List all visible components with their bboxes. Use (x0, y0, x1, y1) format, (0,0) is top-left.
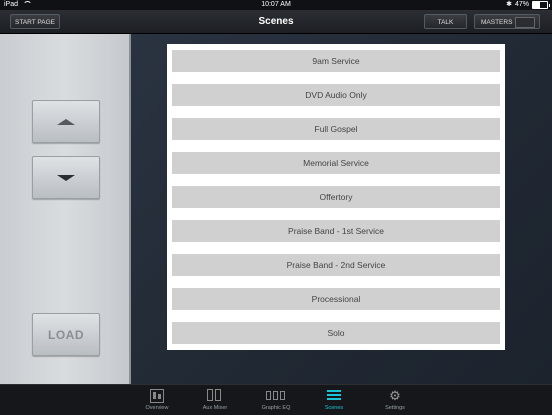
scene-item[interactable]: Offertory (172, 186, 500, 208)
tab-scenes[interactable]: Scenes (309, 387, 359, 411)
masters-button[interactable]: MASTERS (474, 14, 540, 29)
arrow-down-icon (57, 174, 75, 181)
scene-item[interactable]: Solo (172, 322, 500, 344)
overview-icon (150, 389, 164, 403)
status-time: 10:07 AM (261, 1, 291, 8)
tab-overview[interactable]: Overview (132, 387, 182, 411)
scenes-icon (327, 389, 341, 403)
scene-list: 9am Service DVD Audio Only Full Gospel M… (167, 44, 505, 350)
nav-bar: START PAGE Scenes TALK MASTERS (0, 10, 552, 34)
load-label: LOAD (48, 327, 84, 342)
masters-label: MASTERS (481, 19, 513, 26)
status-bar: iPad 10:07 AM ✱ 47% (0, 0, 552, 10)
tab-settings[interactable]: ⚙ Settings (370, 387, 420, 412)
scene-item[interactable]: DVD Audio Only (172, 84, 500, 106)
scene-item[interactable]: Processional (172, 288, 500, 310)
scene-item[interactable]: Praise Band - 1st Service (172, 220, 500, 242)
settings-icon: ⚙ (389, 388, 401, 403)
bluetooth-icon: ✱ (506, 1, 512, 8)
left-panel: LOAD (0, 34, 131, 384)
status-right: ✱ 47% (506, 0, 550, 10)
aux-mixer-icon (207, 389, 223, 403)
tab-aux-mixer[interactable]: Aux Mixer (190, 387, 240, 411)
scene-item[interactable]: Memorial Service (172, 152, 500, 174)
tab-label: Settings (385, 405, 405, 411)
tab-bar: Overview Aux Mixer Graphic EQ Scenes ⚙ S… (0, 384, 552, 415)
masters-toggle-icon (515, 17, 535, 28)
scene-item[interactable]: Full Gospel (172, 118, 500, 140)
tab-graphic-eq[interactable]: Graphic EQ (251, 387, 301, 411)
tab-label: Graphic EQ (261, 405, 291, 411)
graphic-eq-icon (266, 391, 286, 405)
scroll-down-button[interactable] (32, 156, 100, 199)
tab-label: Overview (145, 405, 169, 411)
tab-label: Aux Mixer (202, 405, 228, 411)
talk-button[interactable]: TALK (424, 14, 467, 29)
page-title: Scenes (258, 16, 294, 27)
scene-item[interactable]: Praise Band - 2nd Service (172, 254, 500, 276)
arrow-up-icon (57, 118, 75, 125)
tab-label: Scenes (324, 405, 344, 411)
battery-icon (532, 1, 550, 9)
scene-item[interactable]: 9am Service (172, 50, 500, 72)
load-button[interactable]: LOAD (32, 313, 100, 356)
scroll-up-button[interactable] (32, 100, 100, 143)
battery-percent: 47% (514, 1, 529, 8)
